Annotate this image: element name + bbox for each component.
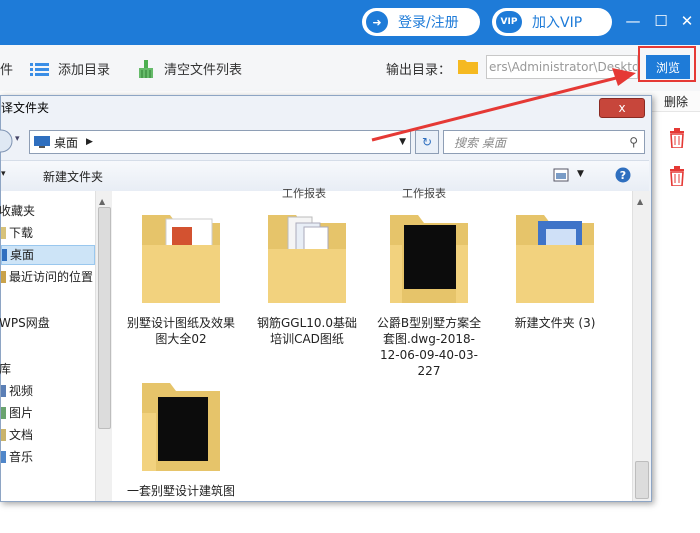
red-arrow-annotation — [371, 68, 636, 142]
